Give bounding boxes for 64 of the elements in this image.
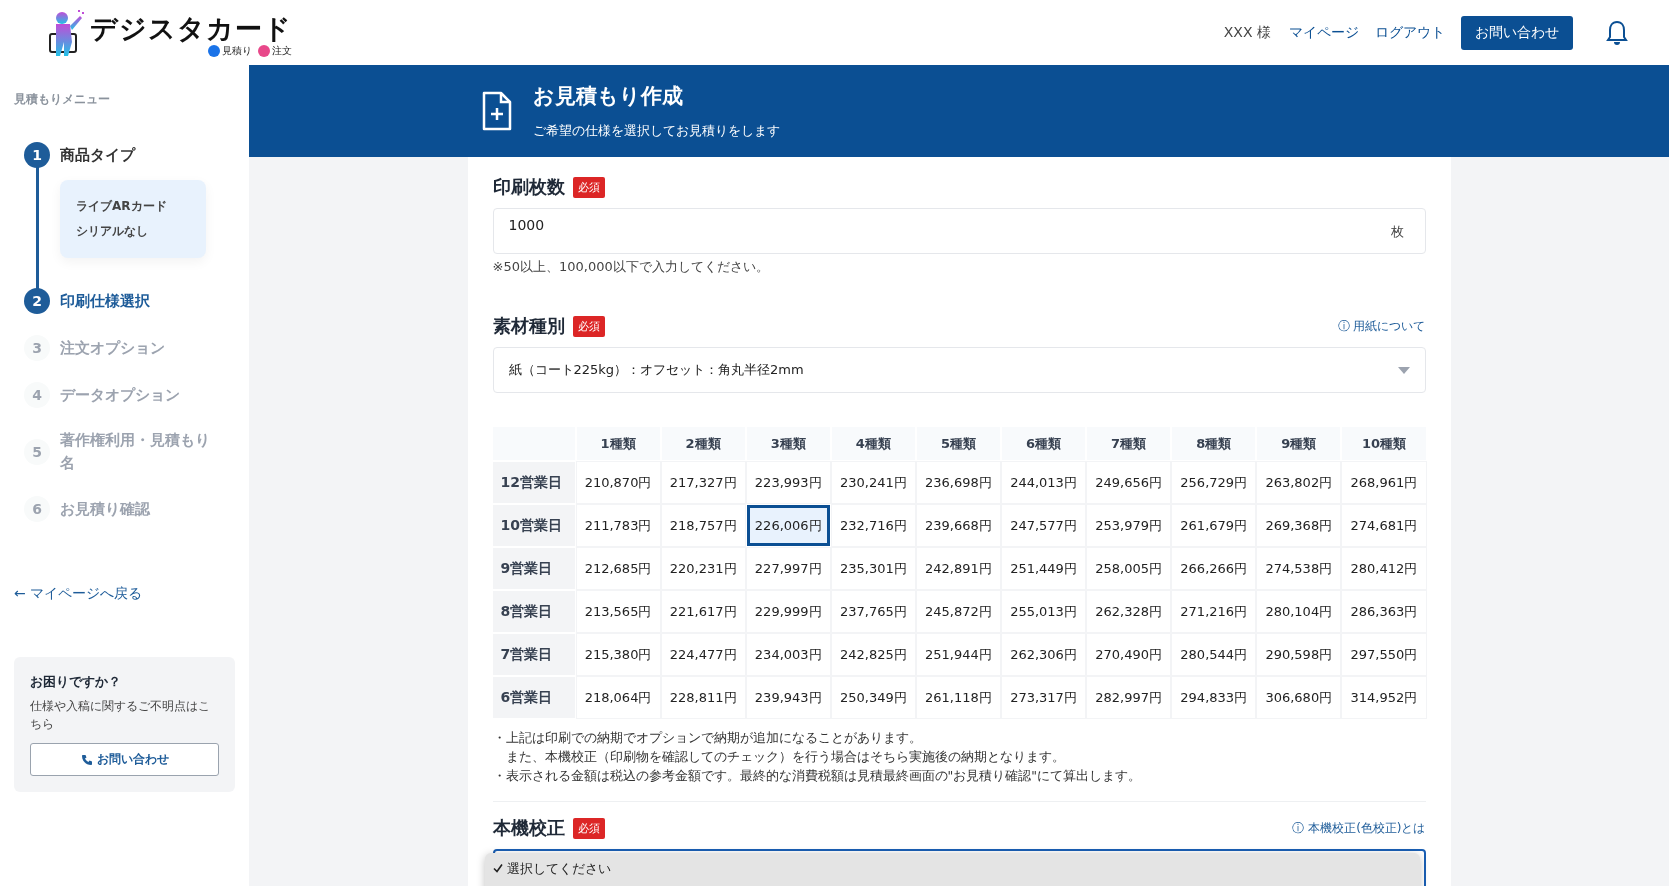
row-header: 10営業日 xyxy=(492,505,575,546)
section-label: 印刷枚数 xyxy=(492,175,565,199)
row-header: 7営業日 xyxy=(492,634,575,675)
summary-text: ライブARカード xyxy=(76,198,168,215)
column-header: 3種類 xyxy=(746,427,830,460)
logo-link[interactable]: 注文 xyxy=(272,43,292,58)
step-item[interactable]: 印刷仕様選択 xyxy=(60,289,150,313)
note-text: ・表示される金額は税込の参考金額です。最終的な消費税額は見積最終画面の"お見積り確認"にて算出します。 xyxy=(492,767,1142,785)
step-number: 4 xyxy=(24,382,50,408)
unit-label: 枚 xyxy=(1390,223,1404,241)
required-badge: 必須 xyxy=(572,176,605,198)
step-item[interactable]: 商品タイプ xyxy=(60,143,135,167)
info-link[interactable]: ⓘ 本機校正(色校正)とは xyxy=(1292,819,1426,837)
info-link[interactable]: ⓘ 用紙について xyxy=(1337,317,1426,335)
check-icon xyxy=(492,863,503,873)
column-header: 1種類 xyxy=(576,427,660,460)
option-label: 選択してください xyxy=(506,861,611,876)
nav-link[interactable]: ログアウト xyxy=(1375,23,1445,42)
note-text: ・上記は印刷での納期でオプションで納期が追加になることがあります。 xyxy=(492,729,923,747)
user-name: XXX 様 xyxy=(1223,23,1271,42)
select-value: 紙（コート225kg）：オフセット：角丸半径2mm xyxy=(508,361,804,379)
back-link[interactable]: ← マイページへ戻る xyxy=(14,585,235,603)
logo-link[interactable]: 見積り xyxy=(222,43,252,58)
required-badge: 必須 xyxy=(572,817,605,839)
step-number: 3 xyxy=(24,335,50,361)
required-badge: 必須 xyxy=(572,315,605,337)
column-header: 9種類 xyxy=(1257,427,1341,460)
column-header: 4種類 xyxy=(831,427,915,460)
contact-button[interactable]: お問い合わせ xyxy=(30,743,219,776)
help-text: 仕様や入稿に関するご不明点はこちら xyxy=(30,698,211,733)
section-label: 本機校正 xyxy=(492,816,565,840)
column-header: 8種類 xyxy=(1172,427,1256,460)
column-header: 2種類 xyxy=(661,427,745,460)
row-header: 8営業日 xyxy=(492,591,575,632)
field-hint: ※50以上、100,000以下で入力してください。 xyxy=(492,258,770,276)
new-document-icon xyxy=(481,91,513,131)
menu-heading: 見積もりメニュー xyxy=(14,91,111,108)
bell-icon[interactable] xyxy=(1605,18,1629,47)
step-number: 6 xyxy=(24,496,50,522)
column-header: 5種類 xyxy=(916,427,1000,460)
nav-link[interactable]: マイページ xyxy=(1289,23,1359,42)
row-header: 9営業日 xyxy=(492,548,575,589)
logo-title: デジスタカード xyxy=(90,13,292,44)
page-subtitle: ご希望の仕様を選択してお見積りをします xyxy=(533,122,780,140)
note-text: また、本機校正（印刷物を確認してのチェック）を行う場合はそちら実施後の納期となります。 xyxy=(504,748,1066,766)
column-header: 7種類 xyxy=(1087,427,1171,460)
section-label: 素材種別 xyxy=(492,314,565,338)
column-header: 10種類 xyxy=(1342,427,1426,460)
dropdown-option[interactable]: 選択してください xyxy=(492,861,1412,878)
step-number: 1 xyxy=(24,142,50,168)
row-header: 12営業日 xyxy=(492,462,575,503)
logo-figure-icon xyxy=(46,7,86,58)
summary-text: シリアルなし xyxy=(76,223,149,240)
column-header: 6種類 xyxy=(1001,427,1086,460)
row-header: 6営業日 xyxy=(492,677,575,718)
page-title: お見積もり作成 xyxy=(533,83,684,110)
price-cell[interactable]: 226,006円 xyxy=(746,505,830,546)
contact-button[interactable]: お問い合わせ xyxy=(1461,15,1573,50)
help-title: お困りですか？ xyxy=(30,673,122,691)
phone-icon xyxy=(80,753,93,766)
step-number: 5 xyxy=(24,439,50,465)
material-select[interactable]: 紙（コート225kg）：オフセット：角丸半径2mm xyxy=(492,347,1426,393)
step-number: 2 xyxy=(24,288,50,314)
caret-icon xyxy=(1397,366,1410,374)
